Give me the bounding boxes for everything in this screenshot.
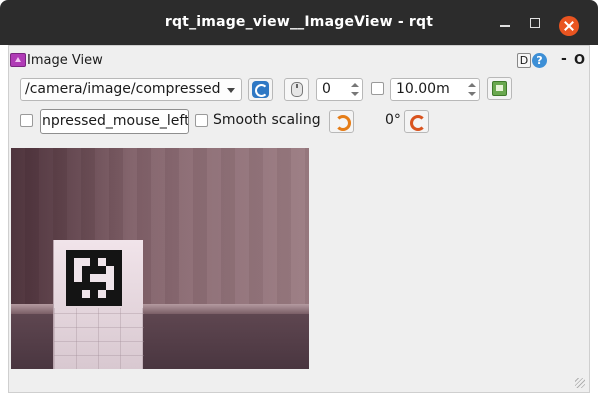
- mouse-topic-input[interactable]: npressed_mouse_left: [40, 109, 189, 134]
- dock-d-button[interactable]: D: [517, 53, 531, 68]
- rotate-right-icon: [409, 113, 426, 131]
- spin-arrows-icon[interactable]: [467, 81, 477, 98]
- marker-cell: [74, 266, 82, 282]
- topic-select-value: /camera/image/compressed: [25, 81, 221, 97]
- value-spinbox[interactable]: 0: [316, 78, 363, 101]
- dock-options-button[interactable]: O: [574, 53, 585, 68]
- minimize-button[interactable]: [496, 14, 514, 32]
- spin-arrows-icon[interactable]: [350, 81, 360, 98]
- marker-cell: [98, 258, 106, 266]
- marker-card: [53, 240, 144, 369]
- rotate-left-icon: [334, 113, 351, 131]
- smooth-scaling-label: Smooth scaling: [213, 112, 321, 128]
- marker-cell: [74, 258, 90, 266]
- marker-cell: [106, 266, 114, 290]
- image-plugin-icon: [10, 53, 26, 67]
- camera-image[interactable]: [11, 148, 309, 369]
- rqt-window: rqt_image_view__ImageView - rqt Image Vi…: [0, 0, 598, 401]
- aruco-marker: [66, 250, 122, 306]
- marker-cell: [90, 274, 106, 282]
- save-icon: [492, 81, 507, 96]
- max-range-spinbox[interactable]: 10.00m: [390, 78, 480, 101]
- dynamic-range-checkbox[interactable]: [371, 82, 384, 95]
- mouse-publish-toggle-button[interactable]: [284, 78, 309, 101]
- topic-select[interactable]: /camera/image/compressed: [20, 78, 242, 101]
- marker-cell: [98, 290, 106, 298]
- dock-title: Image View: [27, 53, 103, 68]
- refresh-icon: [252, 81, 269, 98]
- value-spinbox-value: 0: [322, 81, 331, 97]
- marker-card-grid: [54, 308, 144, 369]
- max-range-value: 10.00m: [396, 81, 450, 97]
- save-image-button[interactable]: [487, 77, 512, 100]
- rotate-right-button[interactable]: [404, 110, 429, 133]
- title-bar: rqt_image_view__ImageView - rqt: [0, 0, 598, 45]
- plugin-frame: Image View D ? - O /camera/image/compres…: [8, 45, 590, 393]
- rotate-left-button[interactable]: [329, 110, 354, 133]
- resize-grip-icon[interactable]: [575, 378, 585, 388]
- maximize-button[interactable]: [526, 14, 544, 32]
- help-icon[interactable]: ?: [532, 53, 547, 68]
- mouse-icon: [291, 82, 303, 97]
- rotation-angle-label: 0°: [385, 112, 401, 128]
- close-button[interactable]: [559, 16, 579, 36]
- dock-header: Image View D ? - O: [9, 49, 589, 69]
- refresh-topics-button[interactable]: [248, 78, 273, 101]
- mouse-topic-checkbox[interactable]: [20, 114, 33, 127]
- client-area: Image View D ? - O /camera/image/compres…: [0, 45, 598, 401]
- smooth-scaling-checkbox[interactable]: [195, 114, 208, 127]
- dock-close-dash-button[interactable]: -: [561, 51, 567, 67]
- marker-cell: [82, 290, 90, 298]
- chevron-down-icon: [227, 88, 235, 93]
